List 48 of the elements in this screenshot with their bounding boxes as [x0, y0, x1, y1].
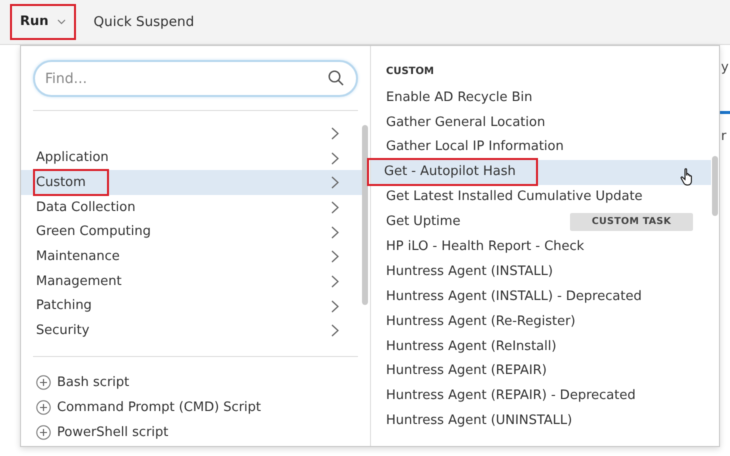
plus-circle-icon [36, 375, 51, 390]
chevron-icon [331, 250, 340, 264]
chevron-icon [331, 152, 340, 165]
task-item[interactable]: Huntress Agent (Re-Register) [371, 309, 711, 334]
hand-cursor-icon [680, 168, 695, 186]
chevron-icon [331, 274, 340, 288]
custom-task-tag: CUSTOM TASK [570, 212, 693, 232]
task-item[interactable]: Huntress Agent (REPAIR) [371, 358, 711, 384]
chevron-icon [331, 200, 340, 214]
category-item[interactable]: Patching [21, 294, 362, 318]
category-item[interactable]: Security [21, 318, 362, 343]
chevron-icon [331, 226, 340, 239]
text-fragment: y [721, 59, 729, 77]
category-item[interactable]: Application [21, 146, 362, 170]
task-item[interactable]: Enable AD Recycle Bin [371, 85, 711, 110]
task-item[interactable]: Huntress Agent (UNINSTALL) [371, 408, 711, 434]
category-item[interactable]: Data Collection [21, 195, 362, 220]
toolbar-button[interactable]: Quick Suspend [86, 8, 202, 36]
scrollbar[interactable] [712, 156, 718, 216]
add-script-item[interactable]: PowerShell script [36, 420, 370, 445]
section-heading: CUSTOM [385, 65, 435, 79]
run-button[interactable]: Run [12, 6, 74, 38]
task-item[interactable]: Gather General Location [371, 110, 711, 135]
task-item[interactable]: Huntress Agent (REPAIR) - Deprecated [371, 384, 711, 409]
search-icon [328, 70, 344, 86]
category-item[interactable]: Management [21, 269, 362, 294]
task-item[interactable]: Huntress Agent (ReInstall) [371, 334, 711, 359]
plus-circle-icon [36, 400, 51, 415]
add-script-item[interactable]: Command Prompt (CMD) Script [36, 395, 370, 420]
task-item[interactable]: Gather Local IP Information [371, 134, 711, 160]
category-item[interactable]: Maintenance [21, 244, 362, 270]
caret-icon [56, 19, 66, 25]
category-item[interactable]: Green Computing [21, 220, 362, 244]
task-item[interactable]: Get Latest Installed Cumulative Update [371, 184, 711, 210]
category-item[interactable]: Custom [21, 170, 362, 196]
task-item[interactable]: Huntress Agent (INSTALL) - Deprecated [371, 284, 711, 310]
add-script-item[interactable]: Bash script [36, 370, 370, 395]
chevron-icon [331, 176, 340, 190]
search-field[interactable]: Find... [33, 60, 358, 97]
plus-circle-icon [36, 425, 51, 440]
task-item[interactable]: Huntress Agent (INSTALL) [371, 259, 711, 284]
text-fragment: r [721, 128, 726, 146]
task-item[interactable]: HP iLO - Health Report - Check [371, 234, 711, 260]
task-item[interactable]: Get Uptime CUSTOM TASK [371, 209, 711, 234]
chevron-icon [331, 300, 340, 313]
scrollbar[interactable] [362, 125, 368, 305]
chevron-icon [331, 324, 340, 338]
chevron-icon [331, 126, 340, 140]
